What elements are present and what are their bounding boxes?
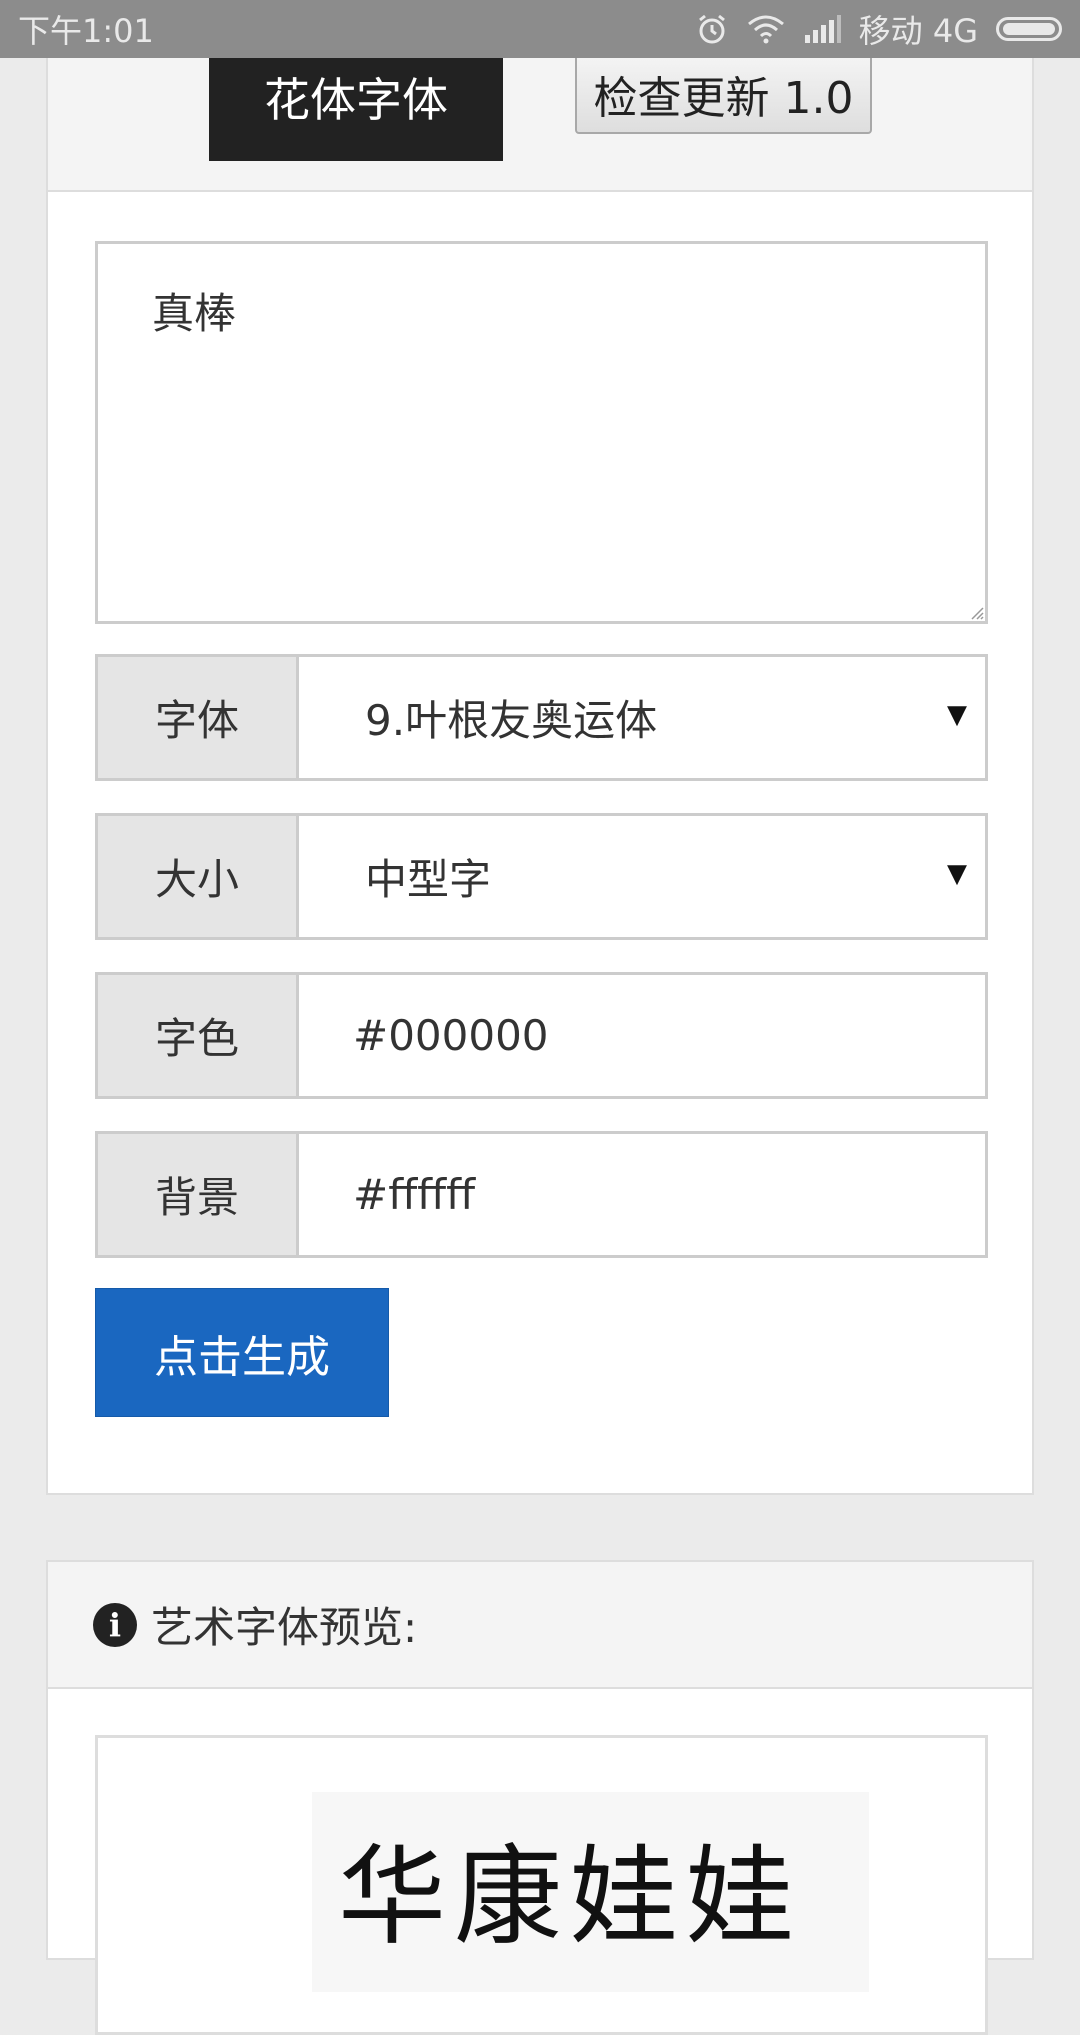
preview-image[interactable]: 华康娃娃 [312,1792,869,1992]
preview-header: i 艺术字体预览: [48,1562,1032,1689]
chevron-down-icon: ▼ [947,699,967,730]
font-select[interactable]: 9.叶根友奥运体 ▼ [299,657,985,778]
background-label: 背景 [98,1134,299,1255]
chevron-down-icon: ▼ [947,858,967,889]
generate-button[interactable]: 点击生成 [95,1288,389,1417]
background-input[interactable]: #ffffff [299,1134,985,1255]
info-icon: i [93,1602,137,1647]
font-select-value: 9.叶根友奥运体 [365,696,658,745]
size-select[interactable]: 中型字 ▼ [299,816,985,937]
status-time: 下午1:01 [18,12,154,50]
color-input-value: #000000 [353,1011,549,1060]
wifi-icon [747,15,784,44]
color-label: 字色 [98,975,299,1096]
size-label: 大小 [98,816,299,937]
preview-image-text: 华康娃娃 [338,1835,803,1960]
text-input[interactable]: 真棒 [95,241,988,624]
color-input[interactable]: #000000 [299,975,985,1096]
background-input-value: #ffffff [353,1170,476,1219]
status-icons: 移动 4G [695,6,1062,52]
signal-icon [804,15,841,43]
font-label: 字体 [98,657,299,778]
resize-grip-icon[interactable] [968,604,984,620]
size-select-value: 中型字 [365,855,492,904]
size-select-row: 大小 中型字 ▼ [95,813,988,940]
preview-panel: i 艺术字体预览: 华康娃娃 [46,1560,1034,2035]
status-bar: 下午1:01 移动 4G [0,0,1080,58]
alarm-icon [698,14,725,44]
preview-box: 华康娃娃 [95,1735,988,2035]
color-input-row: 字色 #000000 [95,972,988,1099]
generator-panel: 花体字体 检查更新 1.0 真棒 字体 9.叶根友奥运体 ▼ 大小 中型字 ▼ … [46,0,1034,1495]
preview-title: 艺术字体预览: [151,1603,418,1652]
battery-icon [996,17,1062,41]
carrier-label: 移动 4G [858,12,978,50]
background-input-row: 背景 #ffffff [95,1131,988,1258]
font-select-row: 字体 9.叶根友奥运体 ▼ [95,654,988,781]
check-update-button[interactable]: 检查更新 1.0 [575,54,872,134]
